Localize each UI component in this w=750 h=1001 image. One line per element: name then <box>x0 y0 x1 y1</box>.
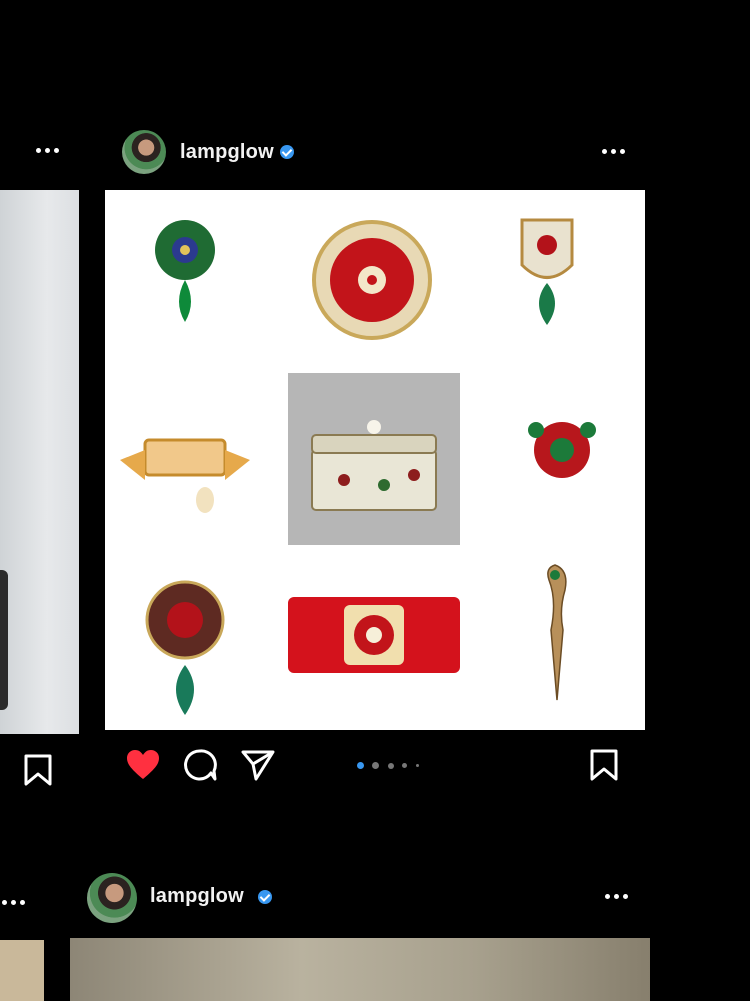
verified-badge-icon <box>280 145 294 159</box>
left-post-image[interactable] <box>0 190 79 734</box>
left-post-image-2[interactable] <box>0 940 44 1001</box>
post-card-2: lampglow <box>70 870 650 1001</box>
more-options-icon[interactable] <box>602 149 625 154</box>
jewelry-collage <box>120 218 596 715</box>
verified-badge-icon <box>258 890 272 904</box>
avatar[interactable] <box>122 130 166 174</box>
send-icon[interactable] <box>241 749 275 781</box>
left-post-partial <box>0 0 90 1001</box>
avatar[interactable] <box>87 873 137 923</box>
post-card: lampglow <box>105 125 655 795</box>
post-image[interactable] <box>105 190 645 730</box>
carousel-dot-active <box>357 762 364 770</box>
bookmark-icon[interactable] <box>24 754 52 786</box>
heart-icon[interactable] <box>125 749 161 781</box>
carousel-indicator <box>357 757 423 775</box>
more-options-icon[interactable] <box>36 148 59 153</box>
more-options-icon[interactable] <box>2 900 25 905</box>
bookmark-icon[interactable] <box>590 749 618 781</box>
post-username[interactable]: lampglow <box>150 885 244 908</box>
post-username[interactable]: lampglow <box>180 141 274 164</box>
more-options-icon[interactable] <box>605 894 628 899</box>
comment-icon[interactable] <box>183 748 217 782</box>
post-image[interactable] <box>70 938 650 1001</box>
